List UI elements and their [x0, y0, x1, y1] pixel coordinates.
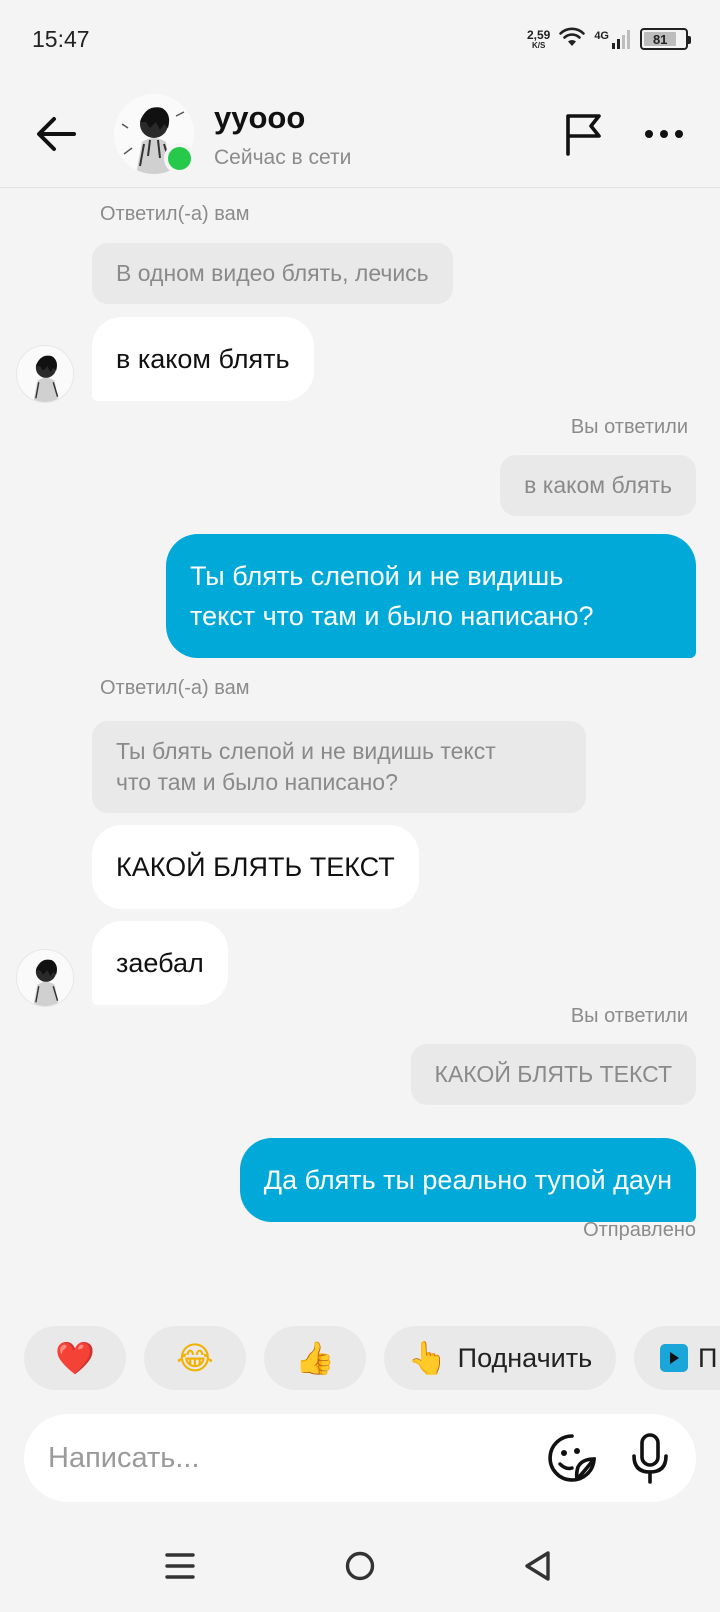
video-chip-button[interactable]: П: [634, 1326, 720, 1390]
nudge-button[interactable]: 👆 Подначить: [384, 1326, 616, 1390]
sender-avatar[interactable]: [16, 345, 74, 403]
sticker-smile-icon: [548, 1434, 596, 1482]
arrow-left-icon: [37, 117, 76, 151]
reaction-thumbs-up-button[interactable]: 👍: [264, 1326, 366, 1390]
quoted-message[interactable]: Ты блять слепой и не видишь текст что та…: [92, 721, 586, 813]
quoted-message[interactable]: в каком блять: [500, 455, 696, 516]
home-circle-icon: [345, 1551, 375, 1581]
thumbs-up-icon: 👍: [295, 1339, 335, 1377]
nudge-label: Подначить: [457, 1342, 593, 1373]
video-chip-label: П: [698, 1342, 718, 1373]
reaction-heart-button[interactable]: ❤️: [24, 1326, 126, 1390]
network-speed-unit: K/S: [531, 40, 546, 50]
wifi-icon: [558, 26, 586, 53]
laughing-face-icon: 😂: [176, 1339, 214, 1377]
play-icon: [660, 1344, 688, 1372]
message-list[interactable]: Ответил(-а) вам В одном видео блять, леч…: [0, 189, 720, 1319]
battery-fill: 81: [644, 31, 677, 47]
network-speed: 2,59 K/S: [527, 29, 550, 50]
outgoing-message[interactable]: Ты блять слепой и не видишь текст что та…: [166, 534, 696, 658]
nav-back-button[interactable]: [510, 1538, 566, 1594]
report-button[interactable]: [560, 108, 608, 160]
quoted-message[interactable]: КАКОЙ БЛЯТЬ ТЕКСТ: [410, 1044, 696, 1105]
online-indicator: [164, 143, 195, 174]
status-time: 15:47: [32, 26, 90, 52]
reply-caption: Ответил(-а) вам: [100, 677, 250, 699]
triangle-back-icon: [525, 1551, 550, 1581]
message-input[interactable]: [48, 1432, 518, 1484]
nav-menu-button[interactable]: [152, 1538, 208, 1594]
contact-name[interactable]: yyooo: [214, 100, 305, 136]
sender-avatar[interactable]: [16, 949, 74, 1007]
battery-icon: 81: [640, 28, 691, 50]
incoming-message[interactable]: КАКОЙ БЛЯТЬ ТЕКСТ: [92, 825, 419, 909]
message-composer: [24, 1414, 696, 1502]
sticker-button[interactable]: [546, 1432, 598, 1484]
back-button[interactable]: [30, 108, 82, 160]
microphone-icon: [632, 1433, 668, 1484]
cellular-signal-icon: 4G: [594, 28, 632, 50]
reaction-laugh-button[interactable]: 😂: [144, 1326, 246, 1390]
voice-message-button[interactable]: [624, 1430, 676, 1486]
battery-level: 81: [652, 31, 668, 47]
more-options-button[interactable]: [640, 108, 688, 160]
network-type: 4G: [594, 30, 609, 42]
message-line: текст что там и было написано?: [190, 601, 594, 631]
more-horizontal-icon: [645, 130, 683, 138]
heart-icon: ❤️: [55, 1339, 95, 1377]
chat-header: yyooo Сейчас в сети: [0, 80, 720, 188]
quote-line: Ты блять слепой и не видишь текст: [116, 738, 496, 764]
quote-line: что там и было написано?: [116, 769, 398, 795]
flag-icon: [566, 114, 601, 156]
contact-status: Сейчас в сети: [214, 146, 352, 169]
status-bar: 15:47 2,59 K/S 4G 81: [0, 0, 720, 80]
reply-caption: Вы ответили: [570, 1005, 688, 1027]
pointing-hand-icon: 👆: [407, 1339, 448, 1377]
delivery-status: Отправлено: [583, 1219, 696, 1241]
nav-home-button[interactable]: [332, 1538, 388, 1594]
menu-icon: [165, 1553, 195, 1579]
quick-reactions: ❤️ 😂 👍 👆 Подначить П: [24, 1326, 720, 1390]
quoted-message[interactable]: В одном видео блять, лечись: [92, 243, 453, 304]
outgoing-message[interactable]: Да блять ты реально тупой даун: [239, 1138, 696, 1222]
system-navigation-bar: [0, 1530, 720, 1602]
message-line: Ты блять слепой и не видишь: [190, 561, 564, 591]
incoming-message[interactable]: заебал: [92, 921, 228, 1005]
status-indicators: 2,59 K/S 4G 81: [527, 24, 691, 54]
reply-caption: Ответил(-а) вам: [100, 203, 250, 225]
reply-caption: Вы ответили: [570, 416, 688, 438]
network-speed-value: 2,59: [526, 27, 551, 42]
incoming-message[interactable]: в каком блять: [92, 317, 314, 401]
